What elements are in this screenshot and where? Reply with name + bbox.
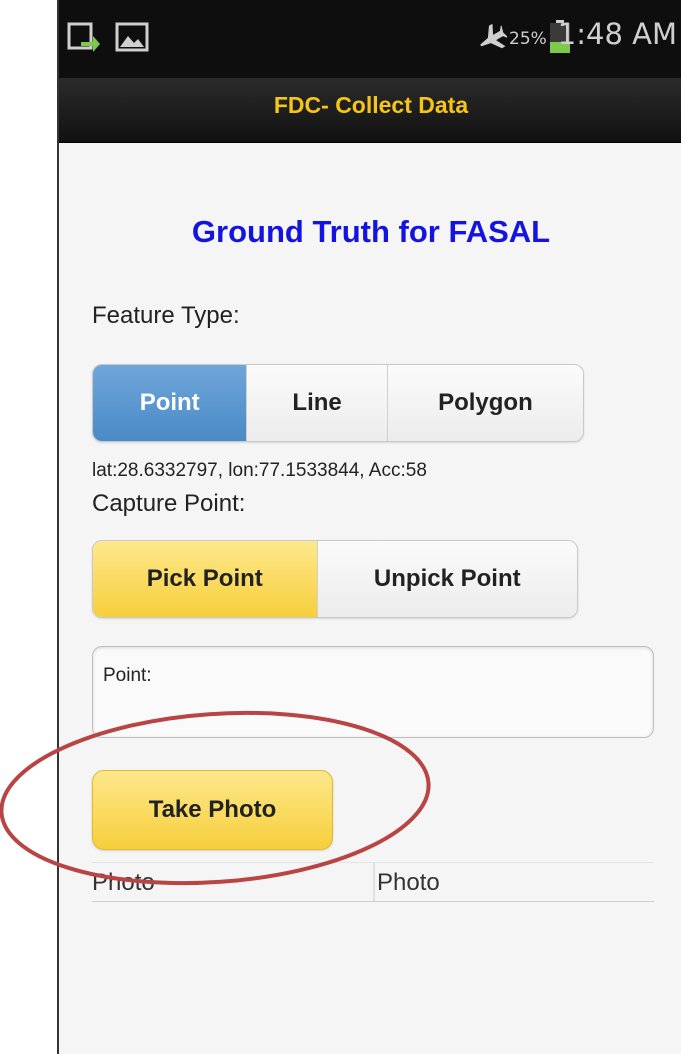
- unpick-point-button[interactable]: Unpick Point: [316, 541, 577, 617]
- page-heading: Ground Truth for FASAL: [191, 214, 551, 249]
- feature-type-line-button[interactable]: Line: [246, 365, 387, 441]
- app-title-bar: FDC- Collect Data: [59, 78, 681, 143]
- point-field[interactable]: Point:: [92, 646, 654, 738]
- airplane-mode-icon: [477, 23, 509, 59]
- point-field-label: Point:: [103, 665, 152, 686]
- feature-type-selector: Point Line Polygon: [92, 364, 584, 442]
- pick-point-button[interactable]: Pick Point: [93, 541, 317, 617]
- feature-type-point-button[interactable]: Point: [93, 365, 247, 441]
- battery-percent: 25%: [509, 29, 547, 49]
- phone-screen: 25% 1:48 AM FDC- Collect Data Ground Tru…: [57, 0, 681, 1054]
- capture-point-label: Capture Point:: [92, 490, 246, 517]
- image-icon: [115, 22, 149, 57]
- location-readout: lat:28.6332797, lon:77.1533844, Acc:58: [92, 460, 427, 481]
- app-title: FDC- Collect Data: [273, 92, 469, 118]
- photo-column-header: Photo: [373, 863, 654, 901]
- status-time: 1:48 AM: [557, 17, 677, 51]
- photo-column-header: Photo: [92, 869, 155, 896]
- photo-table: Photo Photo: [92, 862, 654, 902]
- feature-type-polygon-button[interactable]: Polygon: [386, 365, 583, 441]
- notification-app-icon: [67, 22, 101, 57]
- take-photo-button[interactable]: Take Photo: [92, 770, 333, 850]
- capture-point-selector: Pick Point Unpick Point: [92, 540, 578, 618]
- status-bar: 25% 1:48 AM: [59, 0, 681, 78]
- feature-type-label: Feature Type:: [92, 302, 240, 329]
